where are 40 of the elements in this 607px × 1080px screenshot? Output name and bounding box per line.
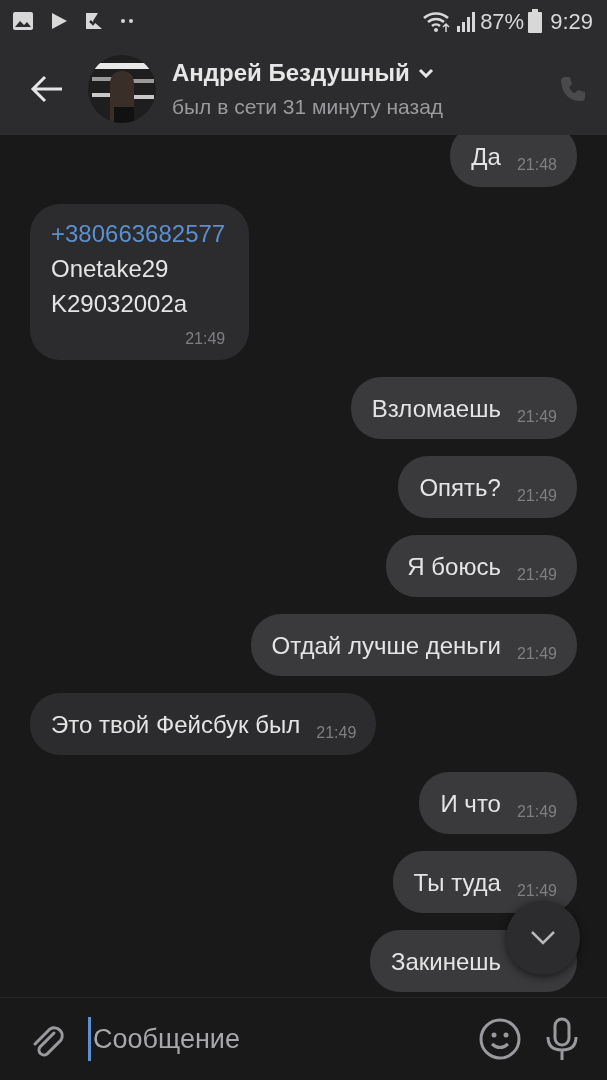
more-icon — [120, 18, 134, 24]
message-text: Взломаешь — [371, 394, 501, 424]
play-icon — [50, 11, 68, 31]
message-text: Опять? — [419, 473, 501, 503]
message-time: 21:49 — [516, 881, 557, 901]
message-text: Ты туда — [413, 868, 501, 898]
message-time: 21:49 — [516, 486, 557, 506]
message-time: 21:49 — [516, 802, 557, 822]
chevron-down-icon — [417, 67, 434, 78]
message-text: K29032002a — [51, 289, 189, 319]
image-icon — [12, 11, 34, 31]
chevron-down-icon — [530, 930, 556, 946]
message-time: 21:49 — [185, 329, 226, 349]
battery-icon — [528, 9, 543, 33]
battery-percent: 87% — [480, 7, 525, 36]
clock: 9:29 — [550, 7, 593, 36]
emoji-button[interactable] — [479, 1018, 521, 1060]
message-time: 21:49 — [316, 723, 357, 743]
signal-icon — [456, 10, 477, 32]
back-arrow-icon — [30, 74, 64, 103]
message-text: Да — [471, 142, 501, 172]
message-text: Это твой Фейсбук был — [51, 710, 301, 740]
message-time: 21:49 — [516, 644, 557, 664]
message-text: Отдай лучше деньги — [271, 631, 501, 661]
message-input[interactable]: Сообщение — [88, 1016, 418, 1062]
back-button[interactable] — [30, 74, 64, 103]
message-text: И что — [440, 789, 501, 819]
message-text: Onetake29 — [51, 254, 170, 284]
message-time: 21:48 — [516, 155, 557, 175]
message-time: 21:49 — [516, 407, 557, 427]
voice-button[interactable] — [545, 1017, 579, 1061]
message-text: Я боюсь — [407, 552, 501, 582]
phone-icon — [559, 74, 587, 103]
message-time: 21:49 — [516, 565, 557, 585]
phone-link[interactable]: +380663682577 — [51, 216, 226, 251]
last-seen-status: был в сети 31 минуту назад — [172, 93, 444, 120]
contact-name: Андрей Бездушный — [172, 57, 410, 88]
message-text: Закинешь — [390, 947, 501, 977]
smiley-icon — [479, 1018, 521, 1060]
microphone-icon — [545, 1017, 579, 1061]
